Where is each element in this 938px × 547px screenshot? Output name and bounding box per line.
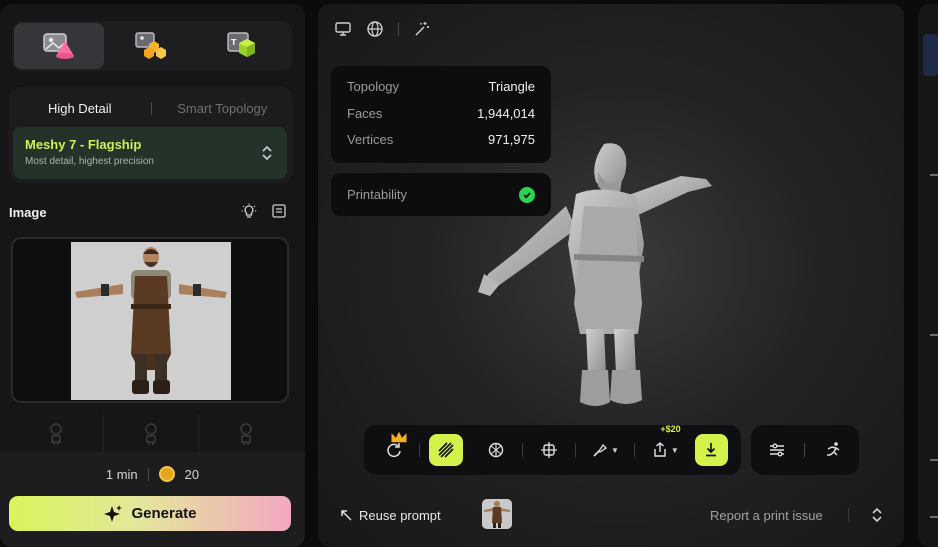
crosshair-box-icon <box>540 442 557 458</box>
estimated-time: 1 min <box>105 466 138 482</box>
uploaded-character-image <box>71 242 231 400</box>
stat-faces: Faces 1,944,014 <box>347 106 535 133</box>
cost-row: 1 min 20 <box>0 466 305 482</box>
prompt-image-thumbnail[interactable] <box>482 499 512 529</box>
toolbar-divider <box>522 443 524 457</box>
svg-text:T: T <box>231 38 237 47</box>
image-list-icon[interactable] <box>271 203 287 219</box>
right-panel-line <box>930 516 938 518</box>
lightbulb-icon[interactable] <box>241 203 257 219</box>
sparkle-icon <box>104 504 123 522</box>
texture-button[interactable] <box>480 434 513 466</box>
globe-icon[interactable] <box>366 20 384 38</box>
chevron-down-icon: ▼ <box>670 445 679 455</box>
uploaded-image-frame[interactable] <box>11 237 289 403</box>
tab-texture-to-3d[interactable]: T <box>198 23 288 69</box>
detail-tabs: High Detail Smart Topology <box>9 97 293 119</box>
hatch-lines-icon <box>438 442 454 458</box>
remesh-button[interactable] <box>377 431 410 466</box>
tab-multi-image-to-3d[interactable] <box>106 23 196 69</box>
model-select[interactable]: Meshy 7 - Flagship Most detail, highest … <box>13 127 287 179</box>
tab-image-to-3d[interactable] <box>14 23 104 69</box>
app-root: T High Detail Smart Topology Meshy 7 - F… <box>0 0 938 547</box>
report-print-issue-link[interactable]: Report a print issue <box>710 508 823 523</box>
left-panel: T High Detail Smart Topology Meshy 7 - F… <box>0 4 305 547</box>
right-panel-edge <box>918 4 938 547</box>
view-slot-back[interactable] <box>104 414 199 454</box>
viewport-tools-divider <box>398 22 399 36</box>
running-figure-icon[interactable] <box>824 441 842 459</box>
right-panel-line <box>930 334 938 336</box>
right-panel-accent <box>923 34 938 76</box>
wireframe-button[interactable] <box>429 434 463 466</box>
ball-icon <box>489 442 504 458</box>
sliders-icon[interactable] <box>768 441 786 459</box>
topology-label: Topology <box>347 79 400 94</box>
printability-label: Printability <box>347 187 407 202</box>
viewport-toolbar-secondary <box>751 425 859 475</box>
toolbar-divider <box>634 443 636 457</box>
generate-button[interactable]: Generate <box>9 496 291 531</box>
tab-smart-topology[interactable]: Smart Topology <box>152 101 294 116</box>
texture-to-3d-icon: T <box>227 32 255 57</box>
generate-bar: 1 min 20 Generate <box>0 452 305 547</box>
reuse-prompt-button[interactable]: Reuse prompt <box>340 508 441 523</box>
generate-label: Generate <box>131 505 197 522</box>
credit-cost: 20 <box>184 466 200 482</box>
share-icon <box>654 442 666 457</box>
multi-image-to-3d-icon <box>135 32 166 59</box>
detail-box: High Detail Smart Topology Meshy 7 - Fla… <box>9 87 293 183</box>
monitor-icon[interactable] <box>334 20 352 38</box>
toolbar-divider <box>574 443 576 457</box>
topology-value: Triangle <box>488 79 535 94</box>
front-view-icon <box>50 423 62 445</box>
chevron-up-down-icon <box>262 145 272 161</box>
model-subtitle: Most detail, highest precision <box>25 156 154 167</box>
image-section-label: Image <box>9 205 47 220</box>
share-button[interactable]: +$20 ▼ <box>644 424 685 466</box>
view-slot-side[interactable] <box>199 414 293 454</box>
vertices-label: Vertices <box>347 132 394 147</box>
reuse-prompt-label: Reuse prompt <box>359 507 441 523</box>
chevron-down-icon: ▼ <box>610 445 619 455</box>
download-icon <box>706 443 717 457</box>
tab-high-detail[interactable]: High Detail <box>9 101 151 116</box>
cost-divider <box>147 467 149 481</box>
viewport-tools <box>334 20 431 38</box>
paint-button[interactable]: ▼ <box>584 434 625 466</box>
side-view-icon <box>240 423 252 445</box>
faces-value: 1,944,014 <box>477 105 535 121</box>
crown-icon <box>391 431 407 443</box>
image-to-3d-icon <box>43 33 74 59</box>
arrow-up-left-icon <box>341 509 352 521</box>
model-name: Meshy 7 - Flagship <box>25 137 142 152</box>
model-viewport[interactable]: Topology Triangle Faces 1,944,014 Vertic… <box>318 4 904 547</box>
view-slot-front[interactable] <box>9 414 104 454</box>
credit-coin-icon <box>158 466 175 482</box>
image-section-tools <box>241 203 287 219</box>
magic-wand-icon[interactable] <box>413 20 431 38</box>
stat-topology: Topology Triangle <box>347 79 535 106</box>
footer-divider <box>848 508 849 522</box>
toolbar-divider <box>804 443 806 457</box>
viewport-toolbar: ▼ +$20 ▼ <box>364 424 741 475</box>
right-panel-line <box>930 174 938 176</box>
mode-tabs: T <box>12 21 292 71</box>
viewport-footer: Reuse prompt Report a print issue <box>318 499 904 530</box>
rig-button[interactable] <box>532 434 565 466</box>
chevron-up-down-icon[interactable] <box>871 506 883 524</box>
toolbar-divider <box>419 443 421 457</box>
back-view-icon <box>145 423 157 445</box>
right-panel-line <box>930 459 938 461</box>
price-badge: +$20 <box>660 424 681 434</box>
faces-label: Faces <box>347 105 383 121</box>
view-slots-row <box>9 414 293 454</box>
brush-icon <box>593 443 608 457</box>
download-button[interactable] <box>694 434 729 466</box>
character-3d-model[interactable] <box>476 134 721 414</box>
